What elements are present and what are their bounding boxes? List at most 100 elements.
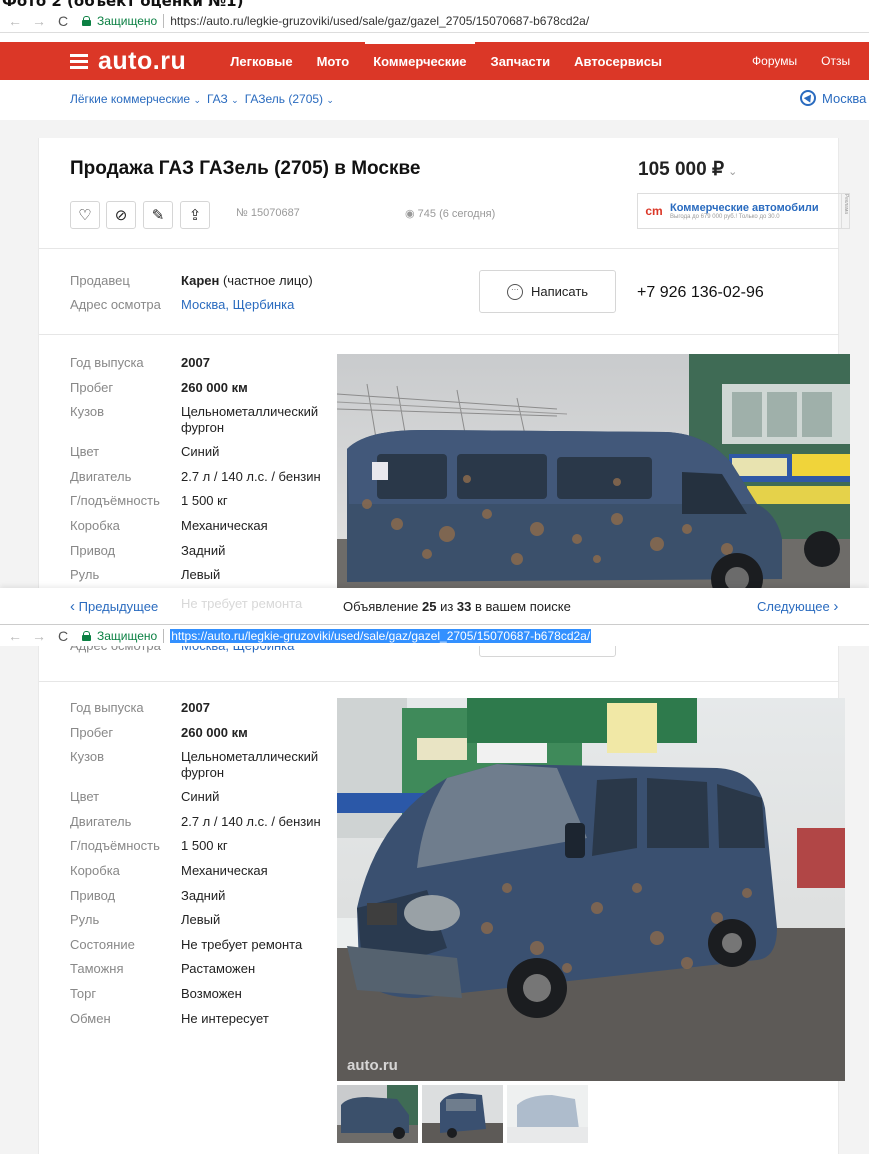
- ad-number: № 15070687: [236, 207, 300, 219]
- forward-arrow-icon[interactable]: →: [32, 13, 46, 29]
- paginator: ‹ Предыдущее Не требует ремонта Объявлен…: [0, 588, 869, 624]
- spec-label: Пробег: [70, 724, 114, 740]
- breadcrumb-item[interactable]: ГАЗ ⌄: [207, 92, 239, 106]
- main-photo[interactable]: [337, 354, 850, 588]
- divider: [39, 248, 839, 249]
- block-button[interactable]: ⊘: [106, 201, 136, 229]
- address-link[interactable]: Москва, Щербинка: [181, 297, 294, 312]
- write-message-button[interactable]: ··· Написать: [479, 270, 616, 313]
- address-label: Адрес осмотра: [70, 297, 161, 312]
- spec-label: Двигатель: [70, 468, 132, 484]
- nav-cars[interactable]: Легковые: [230, 54, 292, 69]
- spec-label: Цвет: [70, 444, 100, 460]
- eye-icon: ◉: [405, 208, 418, 220]
- spec-value: 1 500 кг: [181, 493, 228, 509]
- chat-icon: ···: [506, 283, 523, 300]
- promo-title: Коммерческие автомобили: [670, 202, 819, 214]
- spec-label: Пробег: [70, 379, 114, 395]
- seller-phone[interactable]: +7 926 136-02-96: [637, 284, 764, 302]
- listing-price[interactable]: 105 000 ₽ ⌄: [638, 158, 737, 181]
- address-bar-url-selected[interactable]: https://auto.ru/legkie-gruzoviki/used/sa…: [170, 628, 592, 643]
- thumbnail[interactable]: [507, 1085, 588, 1143]
- prev-listing-link[interactable]: ‹ Предыдущее: [70, 598, 158, 615]
- spec-label: Руль: [70, 567, 100, 583]
- thumbnail[interactable]: [422, 1085, 503, 1143]
- thumbnail-image-2: [422, 1085, 503, 1143]
- write-message-button-cut[interactable]: [479, 646, 616, 657]
- reload-icon[interactable]: C: [58, 13, 72, 29]
- spec-value: Задний: [181, 887, 226, 903]
- back-arrow-icon[interactable]: ←: [8, 13, 22, 29]
- spec-label: Год выпуска: [70, 355, 144, 370]
- spec-value: 2007: [181, 355, 210, 370]
- nav-parts[interactable]: Запчасти: [491, 54, 551, 69]
- spec-value: Цельнометаллический фургон: [181, 404, 319, 436]
- heart-icon: ♡: [78, 207, 92, 224]
- spec-value-line2: фургон: [181, 420, 224, 436]
- reload-icon[interactable]: C: [58, 628, 72, 644]
- main-photo-2[interactable]: auto.ru: [337, 698, 845, 1081]
- note-button[interactable]: ✎: [143, 201, 173, 229]
- address-separator: [163, 628, 165, 643]
- chevron-down-icon: ⌄: [231, 95, 239, 105]
- nav-moto[interactable]: Мото: [317, 54, 350, 69]
- listing-position: Объявление 25 из 33 в вашем поиске: [343, 599, 571, 614]
- share-icon: ⇪: [188, 207, 202, 224]
- spec-value: Левый: [181, 912, 221, 928]
- seller-name: Карен (частное лицо): [181, 273, 313, 288]
- nav-forums[interactable]: Форумы: [752, 54, 797, 68]
- thumbnail[interactable]: [337, 1085, 418, 1143]
- chevron-down-icon: ⌄: [728, 166, 738, 178]
- spec-value: Растаможен: [181, 961, 256, 977]
- spec-value-line2: фургон: [181, 765, 224, 781]
- toolbar-divider: [0, 32, 869, 42]
- breadcrumb-item[interactable]: Лёгкие коммерческие ⌄: [70, 92, 201, 106]
- listing-title: Продажа ГАЗ ГАЗель (2705) в Москве: [70, 158, 421, 179]
- lock-icon: [82, 630, 91, 641]
- spec-value: 260 000 км: [181, 379, 248, 395]
- spec-value: Синий: [181, 444, 220, 460]
- seller-label: Продавец: [70, 273, 130, 288]
- city-name: Москва: [822, 90, 867, 106]
- spec-value: 260 000 км: [181, 724, 248, 740]
- spec-label: Обмен: [70, 1010, 111, 1026]
- nav-reviews[interactable]: Отзы: [821, 54, 850, 68]
- address-separator: [163, 14, 165, 28]
- menu-burger-icon[interactable]: [70, 53, 88, 69]
- spec-label: Таможня: [70, 961, 124, 977]
- geo-icon: [800, 90, 816, 106]
- site-logo[interactable]: auto.ru: [98, 47, 186, 76]
- thumbnail-image-1: [337, 1085, 418, 1143]
- next-listing-link[interactable]: Следующее ›: [757, 598, 838, 615]
- van-photo-front: auto.ru: [337, 698, 845, 1081]
- forward-arrow-icon[interactable]: →: [32, 628, 46, 644]
- promo-subtitle: Выгода до 679 000 руб.! Только до 30.0: [670, 214, 780, 220]
- edit-icon: ✎: [151, 207, 165, 224]
- promo-banner[interactable]: cm Коммерческие автомобили Выгода до 679…: [637, 193, 850, 229]
- favorite-button[interactable]: ♡: [70, 201, 100, 229]
- back-arrow-icon[interactable]: ←: [8, 628, 22, 644]
- spec-value: 2007: [181, 700, 210, 715]
- spec-value: Не интересует: [181, 1010, 269, 1026]
- block-icon: ⊘: [114, 207, 128, 224]
- spec-value: Синий: [181, 789, 220, 805]
- ad-tag: Реклама: [841, 194, 849, 228]
- city-selector[interactable]: Москва: [800, 90, 866, 106]
- share-button[interactable]: ⇪: [180, 201, 210, 229]
- breadcrumb-item[interactable]: ГАЗель (2705) ⌄: [245, 92, 334, 106]
- browser-toolbar-2: ← → C Защищено https://auto.ru/legkie-gr…: [0, 624, 869, 646]
- spec-label: Кузов: [70, 749, 105, 765]
- watermark-text: auto.ru: [347, 1057, 398, 1074]
- spec-value: Возможен: [181, 986, 242, 1001]
- spec-label: Г/подъёмность: [70, 493, 160, 509]
- spec-label: Г/подъёмность: [70, 838, 160, 854]
- spec-label: Кузов: [70, 404, 105, 420]
- nav-services[interactable]: Автосервисы: [574, 54, 662, 69]
- breadcrumb: Лёгкие коммерческие ⌄ ГАЗ ⌄ ГАЗель (2705…: [70, 90, 866, 106]
- lock-icon: [82, 16, 91, 26]
- spec-label: Привод: [70, 887, 116, 903]
- address-bar-url[interactable]: https://auto.ru/legkie-gruzoviki/used/sa…: [170, 14, 589, 28]
- spec-label: Двигатель: [70, 813, 132, 829]
- nav-commercial[interactable]: Коммерческие: [365, 41, 475, 69]
- spec-label: Год выпуска: [70, 700, 144, 715]
